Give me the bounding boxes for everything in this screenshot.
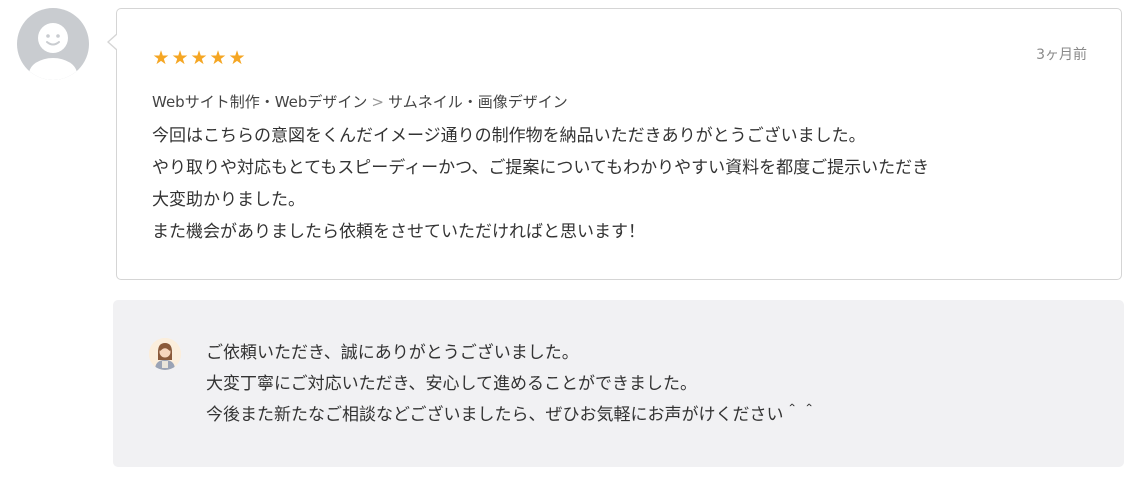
seller-avatar-icon[interactable] — [149, 338, 181, 370]
reply-text-line: 大変丁寧にご対応いただき、安心して進めることができました。 — [206, 374, 697, 394]
review-card: ★ ★ ★ ★ ★ 3ヶ月前 Webサイト制作・Webデザイン > サムネイル・画像… — [107, 8, 1122, 280]
breadcrumb-category[interactable]: Webサイト制作・Webデザイン — [152, 93, 367, 111]
review-text-line: 今回はこちらの意図をくんだイメージ通りの制作物を納品いただきありがとうございまし… — [152, 126, 866, 146]
seller-reply: ご依頼いただき、誠にありがとうございました。 大変丁寧にご対応いただき、安心して… — [113, 300, 1124, 467]
breadcrumb-separator: > — [371, 93, 384, 111]
reply-text: ご依頼いただき、誠にありがとうございました。 大変丁寧にご対応いただき、安心して… — [206, 338, 1096, 431]
star-rating: ★ ★ ★ ★ ★ — [152, 47, 246, 69]
service-category-breadcrumb: Webサイト制作・Webデザイン > サムネイル・画像デザイン — [152, 91, 568, 113]
star-icon: ★ — [152, 47, 170, 69]
star-icon: ★ — [228, 47, 246, 69]
star-icon: ★ — [171, 47, 189, 69]
star-icon: ★ — [190, 47, 208, 69]
review-text: 今回はこちらの意図をくんだイメージ通りの制作物を納品いただきありがとうございまし… — [152, 120, 1102, 248]
review-text-line: やり取りや対応もとてもスピーディーかつ、ご提案についてもわかりやすい資料を都度ご… — [152, 158, 930, 178]
review-text-line: 大変助かりました。 — [152, 190, 305, 210]
reviewer-avatar-icon[interactable] — [17, 8, 89, 80]
speech-bubble-tail — [107, 33, 118, 51]
star-icon: ★ — [209, 47, 227, 69]
review-text-line: また機会がありましたら依頼をさせていただければと思います！ — [152, 222, 645, 242]
reply-text-line: ご依頼いただき、誠にありがとうございました。 — [206, 343, 579, 363]
reply-text-line: 今後また新たなご相談などございましたら、ぜひお気軽にお声がけください＾＾ — [206, 405, 818, 425]
review-timestamp: 3ヶ月前 — [1036, 47, 1087, 63]
breadcrumb-subcategory[interactable]: サムネイル・画像デザイン — [388, 93, 568, 111]
